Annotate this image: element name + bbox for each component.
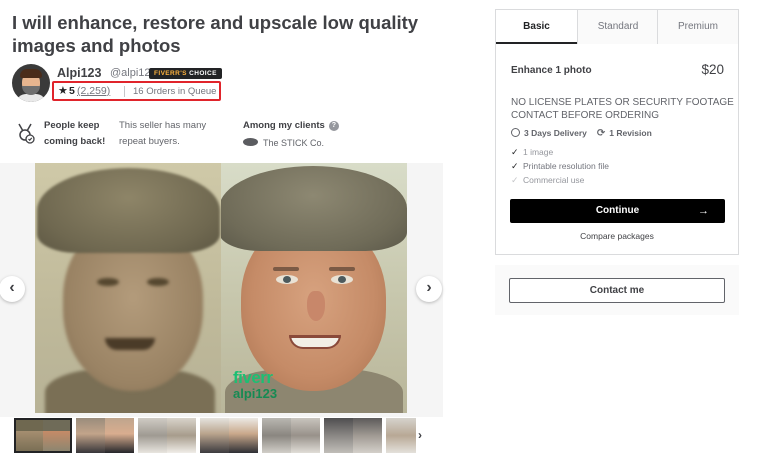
gig-gallery: fiverr alpi123 ‹ › <box>0 163 443 417</box>
feature-list: ✓ 1 image ✓ Printable resolution file ✓ Com… <box>511 145 731 187</box>
feature-item: ✓ Printable resolution file <box>511 159 731 173</box>
thumbnail[interactable] <box>262 418 320 453</box>
gallery-thumbnails: › <box>14 418 434 454</box>
package-tabs: Basic Standard Premium <box>496 10 738 44</box>
compare-packages-link[interactable]: Compare packages <box>496 231 738 241</box>
thumbnail[interactable] <box>200 418 258 453</box>
arrow-right-icon: → <box>698 205 709 217</box>
clients-title: Among my clients <box>243 120 325 131</box>
seller-highlights: People keep coming back! This seller has… <box>12 118 432 158</box>
delivery-info: 3 Days Delivery ⟳ 1 Revision <box>511 128 652 139</box>
thumbnail[interactable] <box>14 418 72 453</box>
revision-icon: ⟳ <box>596 128 606 139</box>
fiverrs-choice-badge: FIVERR'S CHOICE <box>149 68 222 79</box>
badge-text-2: CHOICE <box>189 70 217 77</box>
seller-name[interactable]: Alpi123 <box>57 66 101 80</box>
thumbnails-next-icon[interactable]: › <box>418 428 422 442</box>
orders-in-queue: 16 Orders in Queue <box>124 86 216 97</box>
thumbnail[interactable] <box>324 418 382 453</box>
star-icon: ★ <box>58 85 68 97</box>
gallery-prev-button[interactable]: ‹ <box>0 276 25 302</box>
gallery-main-image[interactable]: fiverr alpi123 <box>35 163 407 413</box>
rating-count-link[interactable]: (2,259) <box>77 85 110 97</box>
continue-label: Continue <box>595 205 640 216</box>
feature-label: Commercial use <box>523 175 585 185</box>
clients-section: Among my clients? The STICK Co. <box>243 118 339 148</box>
help-icon[interactable]: ? <box>328 121 339 131</box>
watermark-brand: fiverr <box>233 368 273 387</box>
tab-premium[interactable]: Premium <box>657 10 738 44</box>
check-icon: ✓ <box>511 161 519 171</box>
highlight-title: People keep coming back! <box>44 120 106 147</box>
package-price: $20 <box>701 62 724 77</box>
package-name: Enhance 1 photo <box>511 65 592 76</box>
thumbnail[interactable] <box>386 418 416 453</box>
before-image <box>35 163 221 413</box>
package-panel: Basic Standard Premium Enhance 1 photo $… <box>495 9 739 255</box>
client-name: The STICK Co. <box>263 138 325 148</box>
thumbnail[interactable] <box>138 418 196 453</box>
package-description: NO LICENSE PLATES OR SECURITY FOOTAGE CO… <box>511 97 734 121</box>
medal-icon <box>18 123 35 144</box>
client-logo-icon <box>243 138 258 146</box>
watermark: fiverr alpi123 <box>233 368 313 401</box>
delivery-time: 3 Days Delivery <box>524 128 587 138</box>
contact-me-button[interactable]: Contact me <box>509 278 725 303</box>
clock-icon <box>511 128 520 137</box>
tab-basic[interactable]: Basic <box>496 10 577 44</box>
highlight-description: This seller has many repeat buyers. <box>119 120 207 147</box>
feature-item: ✓ Commercial use <box>511 173 731 187</box>
seller-avatar[interactable] <box>12 64 50 102</box>
continue-button[interactable]: Continue → <box>510 199 725 223</box>
badge-text-1: FIVERR'S <box>154 70 187 77</box>
feature-item: ✓ 1 image <box>511 145 731 159</box>
revisions: 1 Revision <box>609 128 652 138</box>
gig-title: I will enhance, restore and upscale low … <box>12 12 419 56</box>
rating-value: 5 <box>69 85 75 97</box>
tab-standard[interactable]: Standard <box>577 10 658 44</box>
thumbnail[interactable] <box>76 418 134 453</box>
check-icon: ✓ <box>511 175 519 185</box>
contact-section: Contact me <box>495 265 739 315</box>
check-icon: ✓ <box>511 147 519 157</box>
client-item: The STICK Co. <box>243 136 353 150</box>
watermark-user: alpi123 <box>233 386 278 401</box>
rating-highlight-box: ★ 5 (2,259) 16 Orders in Queue <box>52 81 221 101</box>
gallery-next-button[interactable]: › <box>416 276 442 302</box>
feature-label: 1 image <box>523 147 554 157</box>
feature-label: Printable resolution file <box>523 161 609 171</box>
seller-overview: Alpi123 @alpi123 FIVERR'S CHOICE ★ 5 (2,… <box>12 64 472 104</box>
